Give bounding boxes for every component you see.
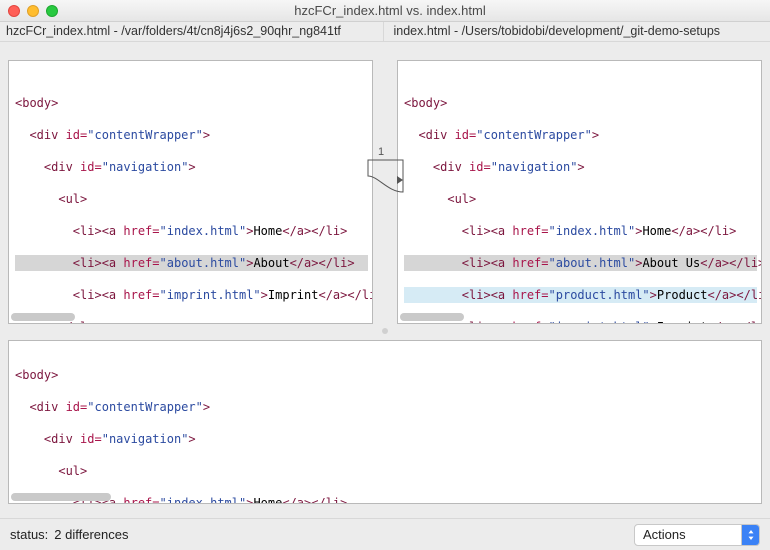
- status-bar: status: 2 differences Actions: [0, 518, 770, 550]
- merged-code: <body> <div id="contentWrapper"> <div id…: [9, 341, 761, 504]
- window-title: hzcFCr_index.html vs. index.html: [18, 3, 762, 18]
- titlebar: hzcFCr_index.html vs. index.html: [0, 0, 770, 22]
- path-bar: hzcFCr_index.html - /var/folders/4t/cn8j…: [0, 22, 770, 42]
- status-text: 2 differences: [54, 527, 128, 542]
- right-file-path: index.html - /Users/tobidobi/development…: [384, 22, 770, 41]
- drag-handle-icon: [382, 328, 388, 334]
- right-diff-line-about: <li><a href="about.html">About Us</a></l…: [404, 255, 757, 271]
- left-file-path: hzcFCr_index.html - /var/folders/4t/cn8j…: [0, 22, 384, 41]
- actions-dropdown[interactable]: Actions: [634, 524, 760, 546]
- left-code: <body> <div id="contentWrapper"> <div id…: [9, 61, 372, 324]
- right-diff-line-product: <li><a href="product.html">Product</a></…: [404, 287, 757, 303]
- right-scrollbar[interactable]: [400, 313, 464, 321]
- left-scrollbar[interactable]: [11, 313, 75, 321]
- pane-separator[interactable]: [8, 324, 762, 338]
- right-code: <body> <div id="contentWrapper"> <div id…: [398, 61, 761, 324]
- status-label: status:: [10, 527, 48, 542]
- right-pane[interactable]: <body> <div id="contentWrapper"> <div id…: [397, 60, 762, 324]
- diff-panes: <body> <div id="contentWrapper"> <div id…: [8, 60, 762, 324]
- left-pane[interactable]: <body> <div id="contentWrapper"> <div id…: [8, 60, 373, 324]
- merged-scrollbar[interactable]: [11, 493, 111, 501]
- diff-connector-label: 1: [378, 146, 384, 158]
- merged-pane[interactable]: <body> <div id="contentWrapper"> <div id…: [8, 340, 762, 504]
- chevron-updown-icon: [741, 524, 759, 546]
- left-diff-line-about: <li><a href="about.html">About</a></li>: [15, 255, 368, 271]
- actions-label: Actions: [643, 527, 686, 542]
- work-area: <body> <div id="contentWrapper"> <div id…: [0, 42, 770, 504]
